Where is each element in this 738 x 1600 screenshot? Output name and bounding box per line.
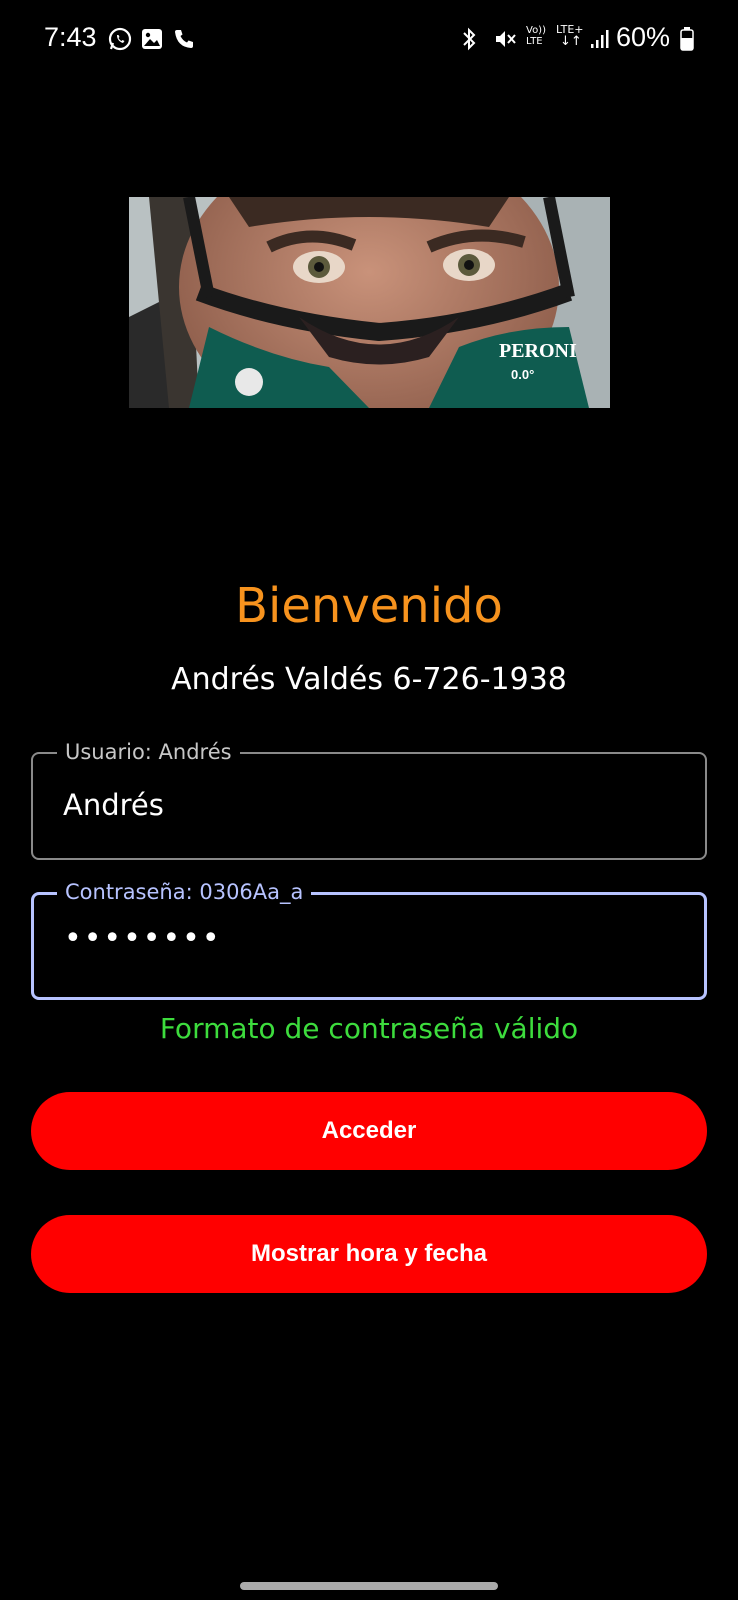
status-bar: 7:43 Vo)) LTE LTE+ ↓↑ 60% (0, 0, 738, 78)
lte-data-icon: LTE+ ↓↑ (556, 24, 586, 49)
status-time: 7:43 (44, 22, 97, 52)
shirt-brand-text: PERONI (499, 340, 577, 362)
password-validation-message: Formato de contraseña válido (159, 1012, 579, 1045)
password-input[interactable]: •••••••• (64, 921, 664, 956)
bluetooth-icon (459, 26, 479, 52)
battery-percent: 60% (616, 22, 671, 52)
show-time-date-button[interactable]: Mostrar hora y fecha (31, 1215, 707, 1293)
data-arrows-icon: ↓↑ (560, 34, 582, 49)
access-button[interactable]: Acceder (31, 1092, 707, 1170)
welcome-title: Bienvenido (235, 578, 503, 634)
phone-icon (172, 26, 196, 52)
battery-icon (679, 26, 695, 52)
volte-icon: Vo)) LTE (526, 25, 546, 47)
home-indicator[interactable] (240, 1582, 498, 1590)
gallery-icon (140, 26, 164, 52)
login-screen: 7:43 Vo)) LTE LTE+ ↓↑ 60% PERONI 0.0° Bi… (0, 0, 738, 1600)
whatsapp-icon (107, 26, 133, 52)
signal-icon (589, 26, 611, 52)
mute-vibrate-icon (492, 26, 518, 52)
username-field[interactable]: Usuario: Andrés Andrés (31, 739, 707, 860)
username-label: Usuario: Andrés (57, 739, 240, 765)
username-input[interactable]: Andrés (63, 788, 663, 822)
user-subtitle: Andrés Valdés 6-726-1938 (171, 662, 567, 697)
password-label: Contraseña: 0306Aa_a (57, 879, 312, 905)
shirt-sub-text: 0.0° (511, 367, 534, 382)
password-field[interactable]: Contraseña: 0306Aa_a •••••••• (31, 879, 707, 1000)
profile-photo: PERONI 0.0° (129, 197, 610, 408)
